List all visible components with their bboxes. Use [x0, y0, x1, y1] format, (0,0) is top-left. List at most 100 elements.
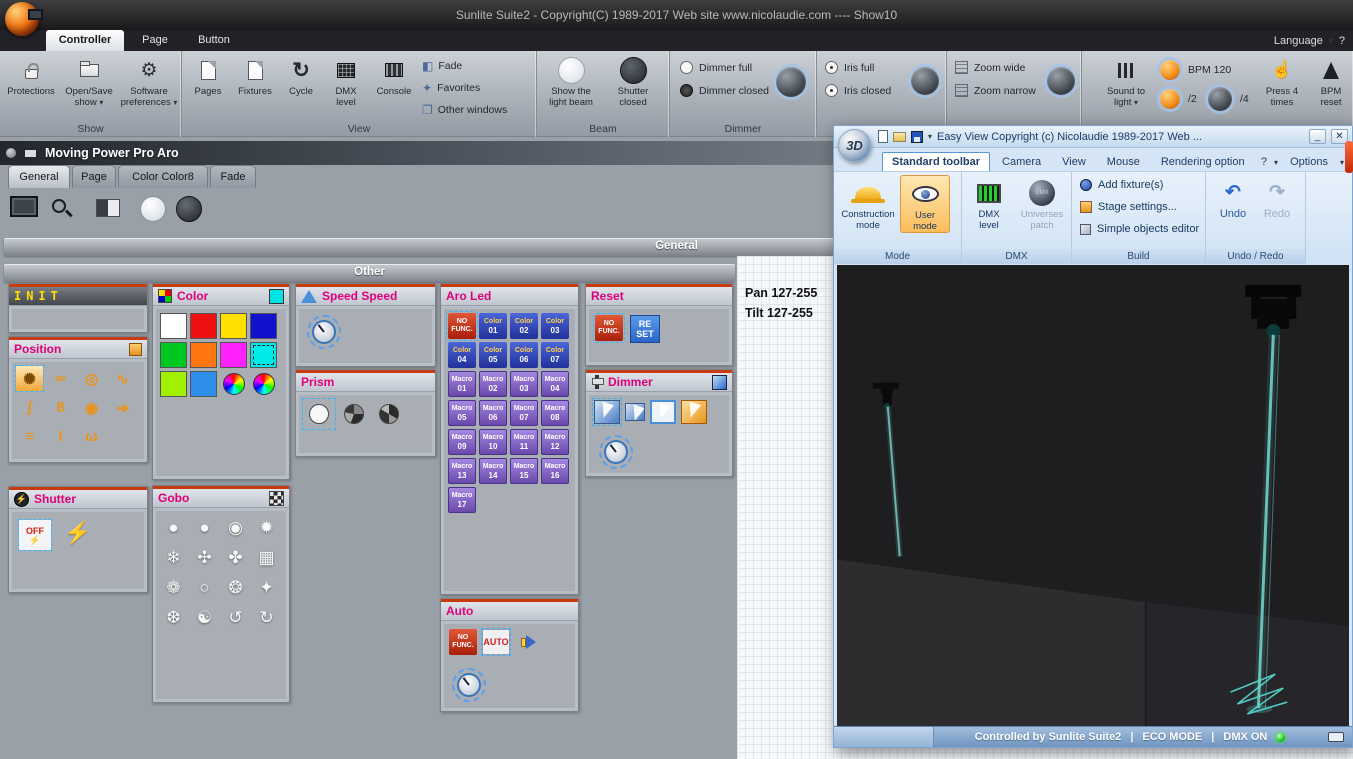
position-preset-button[interactable]: ω — [78, 424, 105, 449]
wtab-page[interactable]: Page — [72, 165, 116, 188]
ev-dmx-level-button[interactable]: DMX level — [966, 175, 1012, 231]
open-file-icon[interactable] — [893, 131, 906, 142]
init-body[interactable] — [12, 309, 144, 329]
gobo-preset-button[interactable]: ☯ — [191, 605, 218, 631]
universes-patch-button[interactable]: DMX Universes patch — [1016, 175, 1068, 231]
ev-tab-rendering-option[interactable]: Rendering option — [1152, 153, 1254, 171]
ev-tab-mouse[interactable]: Mouse — [1098, 153, 1149, 171]
wtab-fade[interactable]: Fade — [210, 165, 256, 188]
iris-knob[interactable] — [911, 67, 939, 95]
gobo-preset-button[interactable]: ● — [191, 515, 218, 541]
aro-macro-button[interactable]: Macro 15 — [510, 458, 538, 484]
color-wheel-button[interactable] — [220, 371, 247, 397]
prism-off-button[interactable] — [302, 398, 336, 430]
bpm-div4-knob[interactable] — [1208, 87, 1232, 111]
bpm-reset-button[interactable]: BPM reset — [1310, 54, 1352, 108]
reset-no-func-button[interactable]: NO FUNC. — [593, 313, 625, 343]
color-swatch[interactable] — [160, 371, 187, 397]
language-menu[interactable]: Language — [1274, 35, 1323, 47]
color-swatch[interactable] — [220, 313, 247, 339]
open-save-show-button[interactable]: Open/Save show ▾ — [60, 54, 118, 108]
aro-macro-button[interactable]: Macro 14 — [479, 458, 507, 484]
aro-color-button[interactable]: Color 01 — [479, 313, 507, 339]
color-wheel-button[interactable] — [250, 371, 277, 397]
zoom-narrow-button[interactable]: Zoom narrow — [955, 84, 1036, 97]
sound-to-light-button[interactable]: Sound to light ▾ — [1098, 54, 1154, 108]
dmx-level-button[interactable]: DMX level — [324, 54, 368, 108]
zoom-knob[interactable] — [1047, 67, 1075, 95]
pages-button[interactable]: Pages — [186, 54, 230, 97]
press-4-times-button[interactable]: ☝ Press 4 times — [1258, 54, 1306, 108]
dimmer-full-button[interactable]: Dimmer full — [680, 61, 752, 74]
iris-closed-button[interactable]: Iris closed — [825, 84, 891, 97]
add-fixture-button[interactable]: Add fixture(s) — [1080, 179, 1163, 191]
scroll-indicator[interactable] — [1345, 141, 1353, 173]
ev-tab-camera[interactable]: Camera — [993, 153, 1050, 171]
ev-tab-view[interactable]: View — [1053, 153, 1095, 171]
auto-no-func-button[interactable]: NO FUNC. — [449, 629, 477, 655]
gobo-preset-button[interactable]: ❂ — [222, 575, 249, 601]
prism-2face-button[interactable] — [339, 400, 369, 428]
fixtures-button[interactable]: Fixtures — [232, 54, 278, 97]
dimmer-preset-button[interactable] — [592, 398, 622, 426]
position-preset-button[interactable]: 8 — [47, 395, 74, 420]
favorites-button[interactable]: ✦ Favorites — [422, 81, 480, 95]
beam-open-button[interactable] — [140, 196, 166, 222]
color-swatch[interactable] — [190, 342, 217, 368]
position-preset-button[interactable]: I — [47, 424, 74, 449]
shutter-closed-button[interactable]: Shutter closed — [603, 54, 663, 108]
tab-controller[interactable]: Controller — [46, 30, 124, 51]
aro-color-button[interactable]: Color 07 — [541, 342, 569, 368]
gobo-preset-button[interactable]: ✹ — [253, 515, 280, 541]
aro-macro-button[interactable]: Macro 09 — [448, 429, 476, 455]
position-preset-button[interactable]: ʃ — [16, 395, 43, 420]
protections-button[interactable]: Protections — [2, 54, 60, 97]
gobo-preset-button[interactable]: ✤ — [222, 545, 249, 571]
position-preset-button[interactable]: ◉ — [78, 395, 105, 420]
tab-button[interactable]: Button — [184, 30, 244, 51]
gobo-preset-button[interactable]: ◉ — [222, 515, 249, 541]
aro-macro-button[interactable]: Macro 04 — [541, 371, 569, 397]
aro-color-button[interactable]: Color 04 — [448, 342, 476, 368]
bpm-knob[interactable] — [1160, 60, 1180, 80]
aro-macro-button[interactable]: Macro 01 — [448, 371, 476, 397]
fade-button[interactable]: ◧ Fade — [422, 59, 462, 73]
speed-dial[interactable] — [307, 315, 341, 349]
color-swatch[interactable] — [190, 371, 217, 397]
split-view-button[interactable] — [96, 199, 120, 217]
aro-color-button[interactable]: Color 02 — [510, 313, 538, 339]
display-button[interactable] — [10, 196, 38, 217]
aro-macro-button[interactable]: Macro 17 — [448, 487, 476, 513]
color-swatch[interactable] — [160, 342, 187, 368]
aro-macro-button[interactable]: Macro 08 — [541, 400, 569, 426]
gobo-preset-button[interactable]: ○ — [191, 575, 218, 601]
reset-button[interactable]: RE SET — [630, 315, 660, 343]
color-swatch-selected[interactable] — [250, 342, 277, 368]
console-button[interactable]: Console — [370, 54, 418, 97]
prism-3face-button[interactable] — [374, 400, 404, 428]
gobo-preset-button[interactable]: ↻ — [253, 605, 280, 631]
construction-mode-button[interactable]: Construction mode — [840, 175, 896, 231]
tab-page[interactable]: Page — [128, 30, 182, 51]
ev-help-button[interactable]: ? — [1257, 153, 1271, 171]
dimmer-preset-button[interactable] — [625, 403, 645, 421]
aro-macro-button[interactable]: Macro 05 — [448, 400, 476, 426]
simple-objects-editor-button[interactable]: Simple objects editor — [1080, 223, 1199, 235]
auto-speed-dial[interactable] — [452, 668, 486, 702]
dimmer-preset-button[interactable] — [681, 400, 707, 424]
position-preset-button[interactable]: ∿ — [109, 366, 136, 391]
user-mode-button[interactable]: User mode — [900, 175, 950, 233]
gobo-preset-button[interactable]: ❄ — [160, 545, 187, 571]
gobo-preset-button[interactable]: ↺ — [222, 605, 249, 631]
color-swatch[interactable] — [220, 342, 247, 368]
aro-macro-button[interactable]: Macro 16 — [541, 458, 569, 484]
dimmer-knob[interactable] — [776, 67, 806, 97]
aro-color-button[interactable]: Color 06 — [510, 342, 538, 368]
dimmer-preset-active-button[interactable] — [650, 400, 676, 424]
aro-macro-button[interactable]: Macro 02 — [479, 371, 507, 397]
ev-tab-standard-toolbar[interactable]: Standard toolbar — [882, 152, 991, 171]
keyboard-icon[interactable] — [1328, 732, 1344, 742]
aro-color-button[interactable]: Color 05 — [479, 342, 507, 368]
auto-mode-button[interactable]: AUTO — [481, 628, 511, 656]
gobo-preset-button[interactable]: ❁ — [160, 575, 187, 601]
